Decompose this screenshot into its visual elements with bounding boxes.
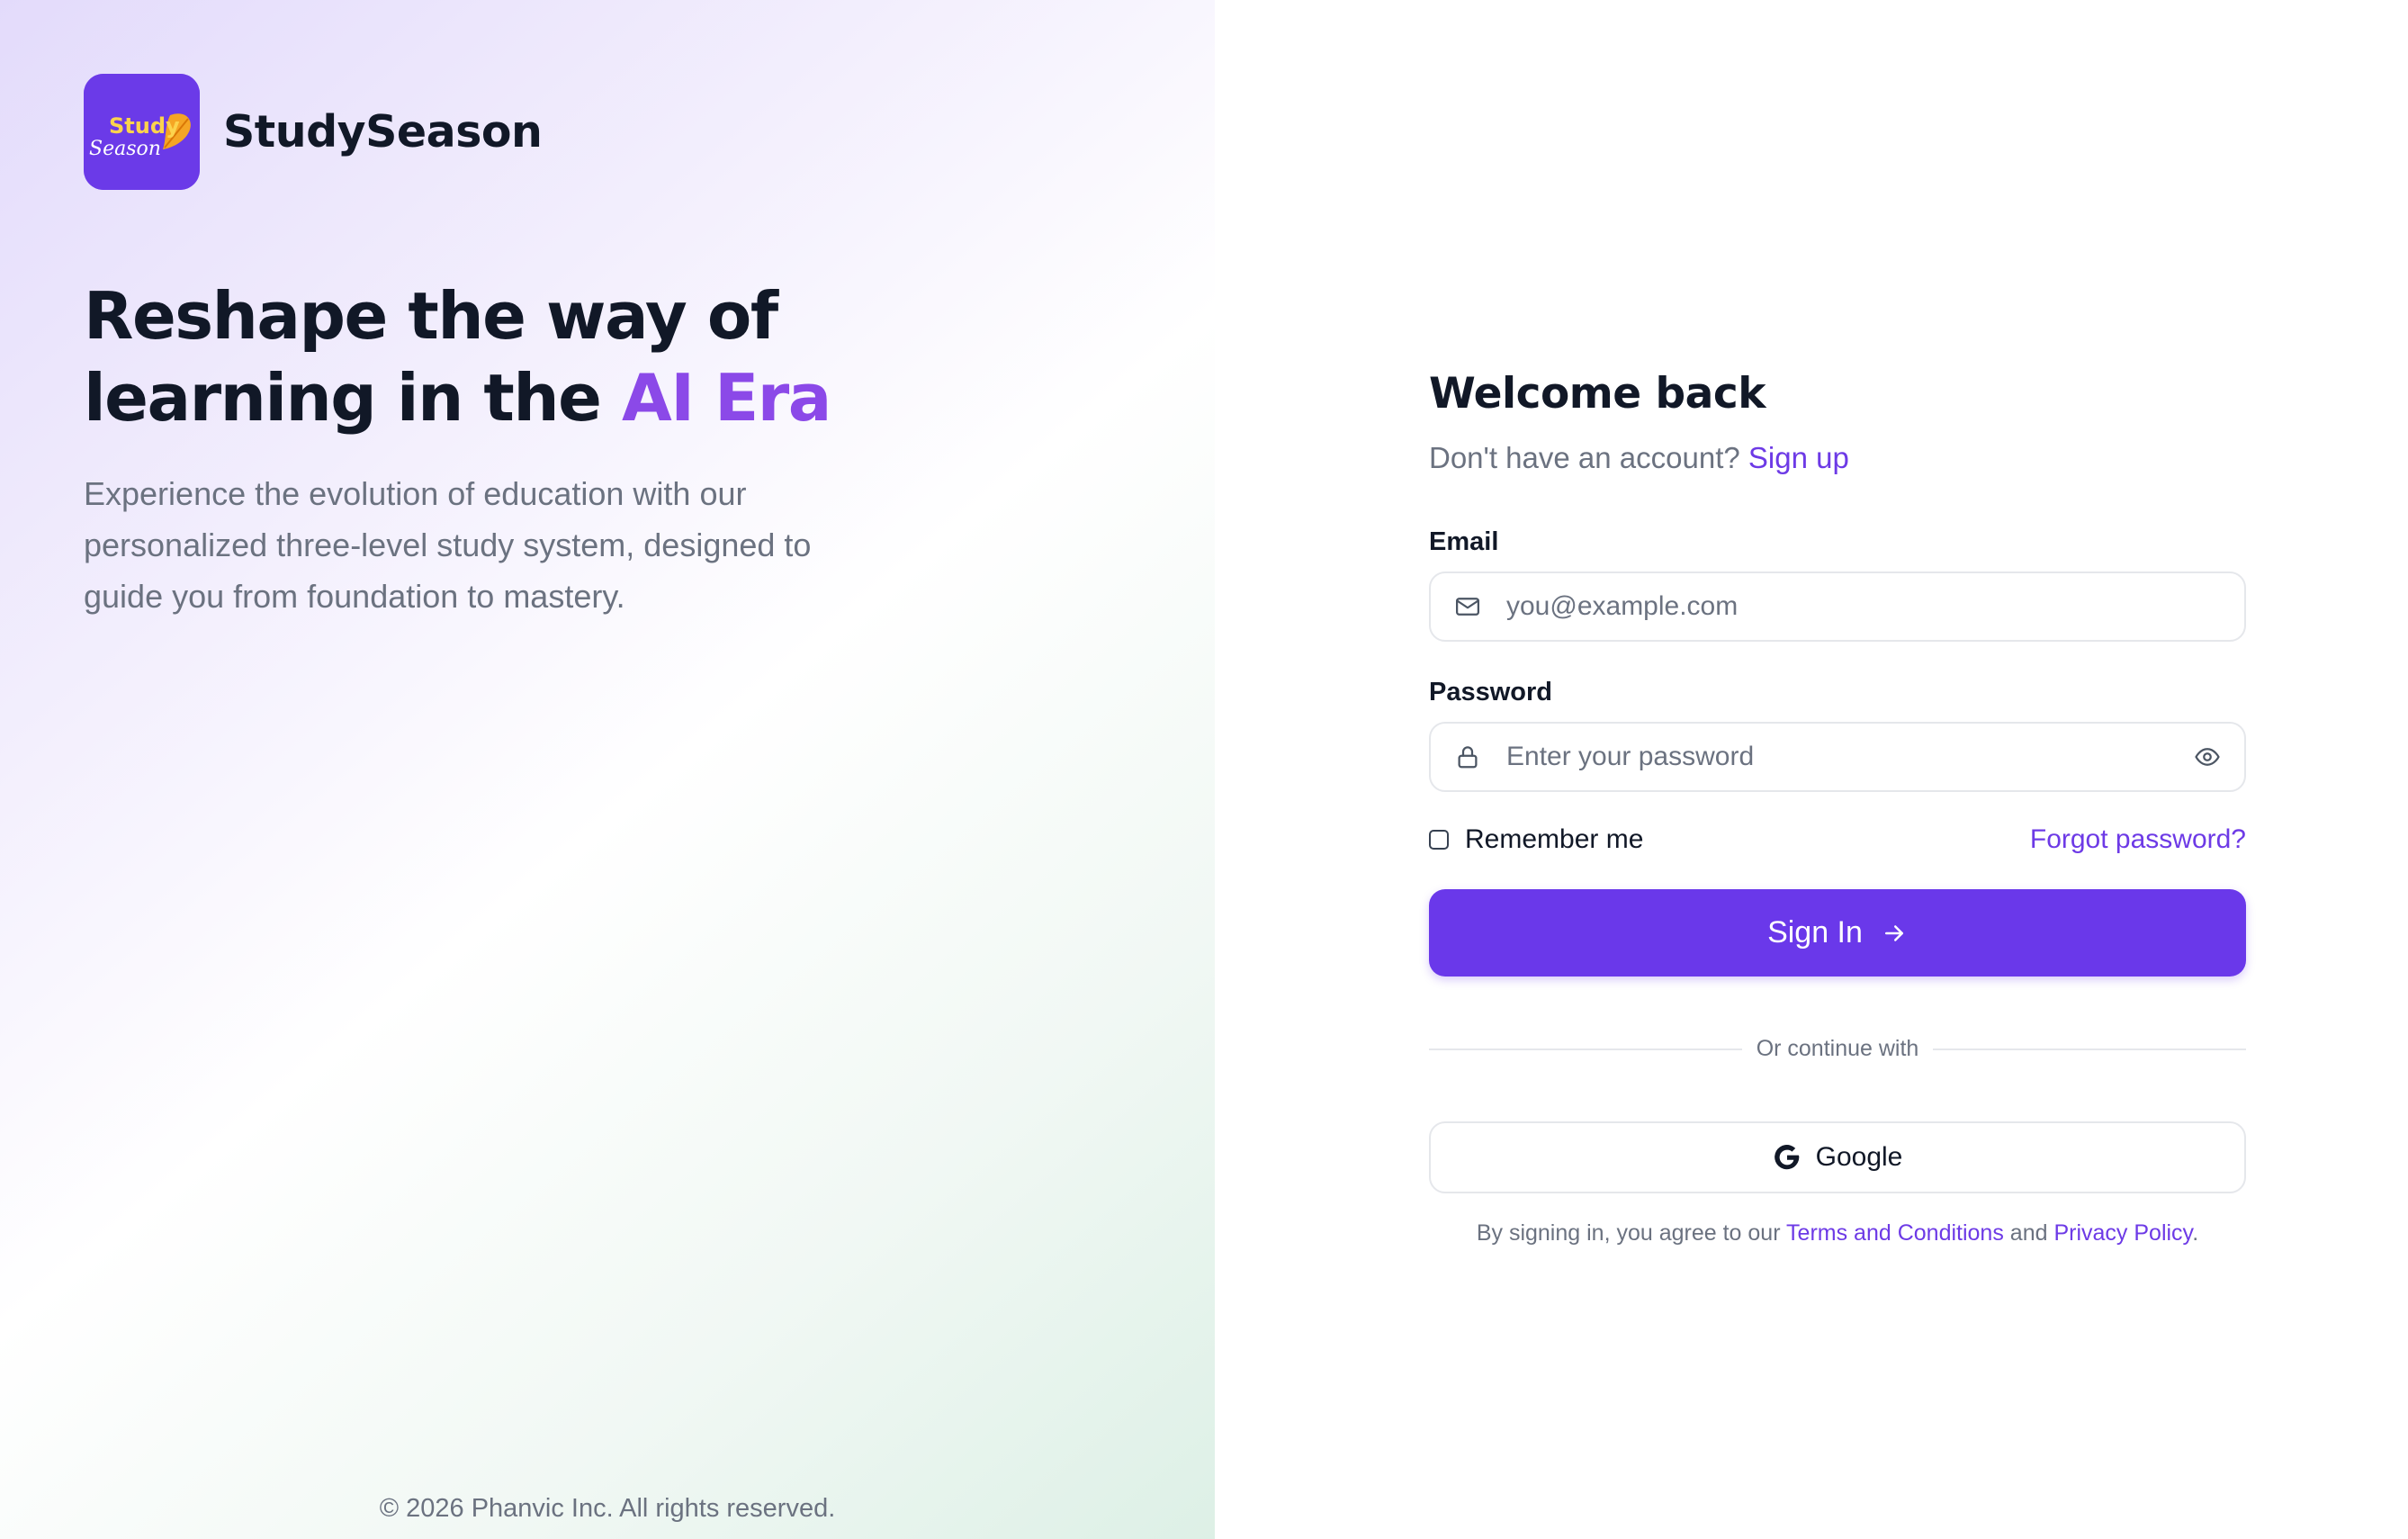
headline-line2-prefix: learning in the [84, 360, 622, 436]
divider: Or continue with [1429, 1036, 2247, 1062]
logo-text-bottom: Season [89, 138, 161, 160]
options-row: Remember me Forgot password? [1429, 824, 2246, 855]
lock-icon [1454, 743, 1481, 770]
email-field[interactable] [1429, 572, 2246, 642]
remember-label[interactable]: Remember me [1465, 824, 1643, 855]
hero-panel: Study Season StudySeason Reshape the way… [0, 0, 1215, 1539]
remember-checkbox[interactable] [1429, 830, 1449, 850]
email-label: Email [1429, 527, 1499, 556]
logo-text-top: Study [109, 113, 180, 139]
hero-headline: Reshape the way of learning in the AI Er… [84, 275, 831, 439]
divider-line-left [1429, 1048, 1742, 1050]
google-icon [1774, 1145, 1799, 1170]
sign-in-label: Sign In [1767, 915, 1863, 950]
logo-leaf-icon: Study Season [84, 74, 200, 190]
privacy-link[interactable]: Privacy Policy [2053, 1220, 2192, 1246]
password-label: Password [1429, 678, 1552, 706]
no-account-text: Don't have an account? [1429, 441, 1740, 474]
divider-text: Or continue with [1756, 1036, 1919, 1061]
remember-me[interactable]: Remember me [1429, 824, 1643, 855]
logo[interactable]: Study Season [84, 74, 200, 190]
form-title: Welcome back [1429, 369, 1766, 418]
mail-icon [1454, 593, 1481, 620]
arrow-right-icon [1884, 924, 1903, 941]
password-field[interactable] [1429, 722, 2246, 792]
terms-prefix: By signing in, you agree to our [1476, 1220, 1781, 1246]
signup-prompt: Don't have an account? Sign up [1429, 441, 2246, 475]
google-label: Google [1815, 1142, 1903, 1172]
terms-link[interactable]: Terms and Conditions [1786, 1220, 2004, 1246]
email-input[interactable] [1505, 590, 2221, 623]
login-form: Welcome back Don't have an account? Sign… [1429, 360, 2247, 1246]
copyright: © 2026 Phanvic Inc. All rights reserved. [379, 1494, 836, 1523]
signup-link[interactable]: Sign up [1748, 441, 1849, 474]
sign-in-button[interactable]: Sign In [1429, 889, 2246, 976]
terms-notice: By signing in, you agree to our Terms an… [1429, 1220, 2246, 1246]
password-input[interactable] [1505, 741, 2194, 773]
terms-and: and [2009, 1220, 2048, 1246]
brand-name: StudySeason [223, 106, 543, 158]
headline-accent: AI Era [621, 360, 831, 436]
brand[interactable]: Study Season StudySeason [84, 74, 543, 190]
google-button[interactable]: Google [1429, 1121, 2246, 1193]
headline-line1: Reshape the way of [84, 278, 778, 354]
terms-suffix: . [2192, 1220, 2199, 1246]
eye-icon[interactable] [2194, 743, 2221, 770]
forgot-password-link[interactable]: Forgot password? [2030, 824, 2246, 855]
hero-description: Experience the evolution of education wi… [84, 475, 812, 615]
divider-line-right [1933, 1048, 2247, 1050]
